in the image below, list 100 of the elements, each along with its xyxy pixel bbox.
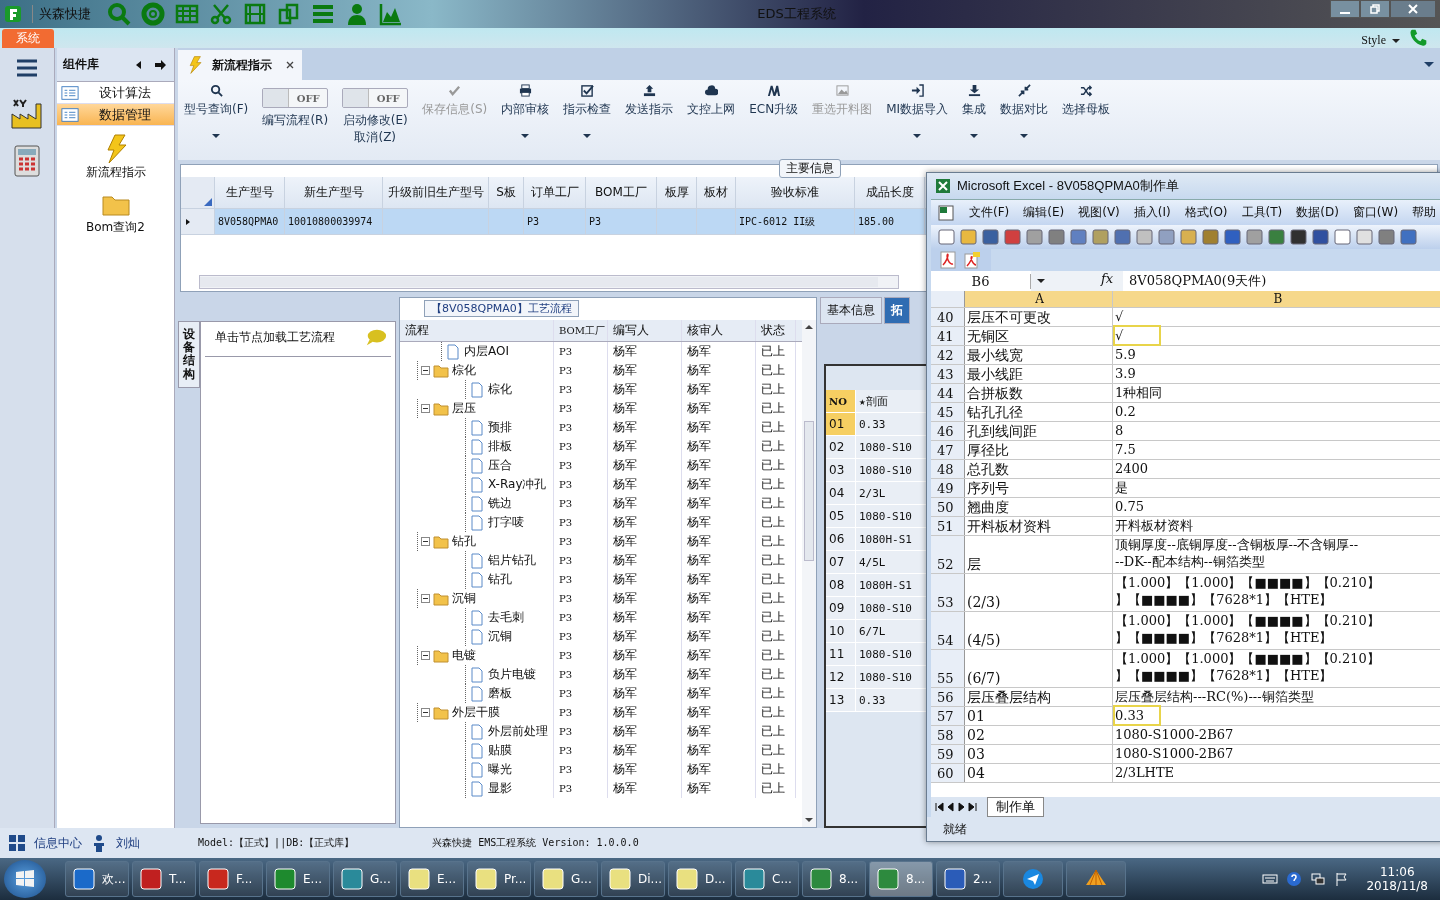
help-icon[interactable] [1286,871,1303,887]
ribbon-button[interactable]: 内部审核 [501,84,550,140]
clock-date[interactable]: 2018/11/8 [1366,879,1428,893]
taskbar-item[interactable]: 8... [869,861,933,897]
column-header[interactable]: 验收标准 [736,177,855,208]
column-header[interactable]: B [1113,291,1440,307]
panel-tab[interactable]: 拓 [884,297,910,324]
column-header[interactable]: NO [826,390,856,412]
column-header[interactable]: 生产型号 [215,177,285,208]
tree-item[interactable]: 排板 [488,438,512,455]
close-button[interactable] [1390,0,1436,18]
column-header[interactable]: 板厚 [657,177,697,208]
column-header[interactable]: 编写人 [608,320,682,341]
tree-item[interactable]: 曝光 [488,761,512,778]
ribbon-button[interactable]: 选择母板 [1062,84,1111,118]
menu-item[interactable]: 格式(O) [1184,204,1228,221]
column-header[interactable]: BOM工厂 [586,177,657,208]
column-header[interactable]: 订单工厂 [524,177,586,208]
scroll-up-icon[interactable] [805,323,813,331]
tree-item[interactable]: 钻孔 [452,533,476,550]
menu-item[interactable]: 工具(T) [1241,204,1283,221]
sheet-tab[interactable]: 制作单 [987,797,1044,817]
tree-item[interactable]: 外层干膜 [452,704,500,721]
function-label[interactable]: fx [1101,271,1123,291]
formula-field[interactable]: 8V058QPMA0(9天件) [1123,272,1267,290]
collapse-toggle[interactable] [421,594,430,603]
vertical-scrollbar[interactable] [802,320,816,827]
collapse-toggle[interactable] [421,651,430,660]
toggle-switch[interactable]: OFF [342,88,409,108]
collapse-toggle[interactable] [421,537,430,546]
taskbar-item[interactable]: G... [333,861,397,897]
style-dropdown[interactable]: Style [1361,33,1400,48]
tree-item[interactable]: 预排 [488,419,512,436]
column-header[interactable]: S板 [489,177,524,208]
pdf-icon[interactable] [939,251,957,269]
ribbon-button[interactable]: MI数据导入 [886,84,949,140]
taskbar-item[interactable]: E... [400,861,464,897]
collapse-toggle[interactable] [421,404,430,413]
taskbar-item[interactable] [1066,861,1126,897]
horizontal-scrollbar[interactable] [199,275,899,289]
tree-item[interactable]: 沉铜 [452,590,476,607]
taskbar-item[interactable]: T... [132,861,196,897]
taskbar-item[interactable]: Di... [601,861,665,897]
column-header[interactable]: 成品长度 [855,177,925,208]
ribbon-button[interactable]: 发送指示 [625,84,674,118]
tree-item[interactable]: 磨板 [488,685,512,702]
toggle-switch[interactable]: OFF [262,88,329,108]
ribbon-button[interactable]: 指示检查 [563,84,612,140]
taskbar-item[interactable] [1003,861,1063,897]
menu-item[interactable]: 插入(I) [1133,204,1171,221]
tree-item[interactable]: 层压 [452,400,476,417]
sheet-navigation-arrows-drawing[interactable] [935,802,979,812]
clock-time[interactable]: 11:06 [1379,865,1415,879]
start-button[interactable] [4,860,46,898]
close-icon[interactable] [286,61,294,69]
tool-button[interactable]: 新流程指示 [57,134,174,181]
column-header[interactable]: 流程 [400,320,554,341]
ribbon-button[interactable]: ECN升级 [749,84,799,118]
menu-item[interactable]: 文件(F) [969,204,1010,221]
sign-in-icon[interactable] [154,57,168,72]
tool-button[interactable]: Bom查询2 [57,189,174,236]
caret-down-icon[interactable] [1037,277,1045,285]
taskbar-item[interactable]: C... [735,861,799,897]
menu-item[interactable]: 视图(V) [1078,204,1120,221]
collapse-toggle[interactable] [421,708,430,717]
tree-item[interactable]: 内层AOI [464,343,509,360]
column-header[interactable]: 状态 [756,320,796,341]
column-header[interactable]: 新生产型号 [285,177,383,208]
taskbar-item[interactable]: F... [199,861,263,897]
taskbar-item[interactable]: D... [668,861,732,897]
tree-item[interactable]: 显影 [488,780,512,797]
column-header[interactable]: BOM工厂 [554,320,608,341]
ribbon-toggle[interactable]: OFF 启动修改(E) 取消(Z) [342,84,409,146]
tree-item[interactable]: 外层前处理 [488,723,548,740]
taskbar-item[interactable]: 8... [802,861,866,897]
tree-item[interactable]: 钻孔 [488,571,512,588]
tree-item[interactable]: 铝片钻孔 [488,552,536,569]
menu-item[interactable]: 编辑(E) [1023,204,1065,221]
component-item[interactable]: 数据管理 [57,104,174,126]
menu-item[interactable]: 数据(D) [1296,204,1339,221]
tree-item[interactable]: 棕化 [452,362,476,379]
taskbar-item[interactable]: 2... [936,861,1000,897]
tree-item[interactable]: 去毛刺 [488,609,524,626]
minimize-button[interactable] [1330,0,1360,18]
menu-item[interactable]: 帮助 [1412,204,1437,221]
keyboard-icon[interactable] [1262,871,1279,887]
taskbar-item[interactable]: Pr... [467,861,531,897]
select-all-corner[interactable] [181,177,215,208]
tree-item[interactable]: 贴膜 [488,742,512,759]
ribbon-button[interactable]: 集成 [962,84,987,140]
phone-icon[interactable] [1408,28,1428,48]
tree-item[interactable]: 负片电镀 [488,666,536,683]
tree-item[interactable]: 棕化 [488,381,512,398]
network-icon[interactable] [1310,871,1327,887]
column-header[interactable]: 升级前旧生产型号 [383,177,489,208]
column-header[interactable]: ★剖面 [856,390,888,412]
document-tab[interactable]: 新流程指示 [178,50,302,80]
tree-item[interactable]: X-Ray冲孔 [488,476,547,493]
taskbar-item[interactable]: 欢... [65,861,129,897]
tree-item[interactable]: 电镀 [452,647,476,664]
